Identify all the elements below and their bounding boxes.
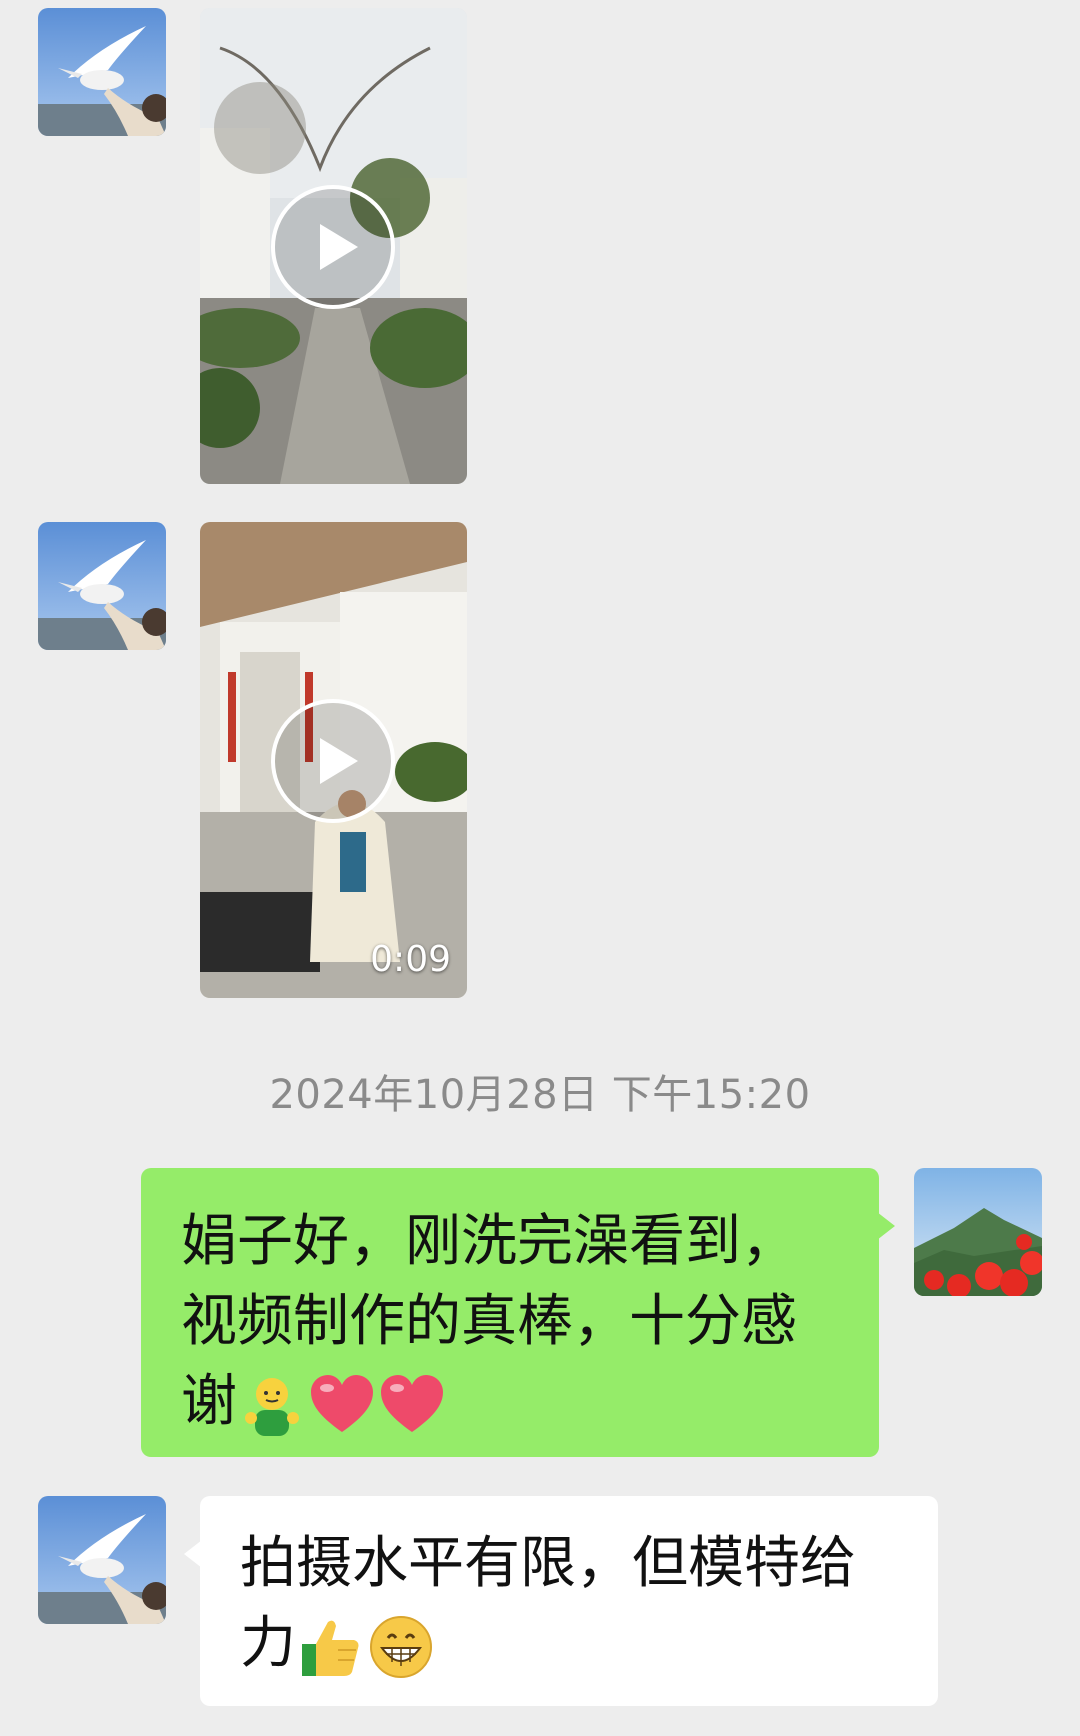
mountain-flowers-avatar-image xyxy=(914,1168,1042,1296)
contact-avatar[interactable] xyxy=(38,1496,166,1624)
received-message-bubble[interactable]: 拍摄水平有限，但模特给力 xyxy=(184,1496,938,1706)
message-timestamp: 2024年10月28日 下午15:20 xyxy=(269,1072,811,1118)
video-duration: 0:09 xyxy=(370,939,451,980)
smiling-person-emoji xyxy=(239,1372,305,1438)
contact-avatar[interactable] xyxy=(38,8,166,136)
play-icon[interactable] xyxy=(270,698,396,824)
seagull-hand-avatar-image xyxy=(38,8,166,136)
grinning-face-emoji xyxy=(368,1614,434,1680)
play-icon[interactable] xyxy=(270,184,396,310)
contact-avatar[interactable] xyxy=(38,522,166,650)
sent-message-bubble[interactable]: 娟子好，刚洗完澡看到，视频制作的真棒，十分感谢 xyxy=(141,1168,895,1457)
seagull-hand-avatar-image xyxy=(38,522,166,650)
video-message[interactable] xyxy=(200,8,467,484)
heart-emoji xyxy=(379,1372,445,1438)
my-avatar[interactable] xyxy=(914,1168,1042,1296)
chat-view: 0:09 2024年10月28日 下午15:20 娟子好，刚洗完澡看到，视频制作… xyxy=(0,0,1080,1736)
thumbs-up-emoji xyxy=(298,1614,364,1680)
seagull-hand-avatar-image xyxy=(38,1496,166,1624)
video-message[interactable]: 0:09 xyxy=(200,522,467,998)
heart-emoji xyxy=(309,1372,375,1438)
